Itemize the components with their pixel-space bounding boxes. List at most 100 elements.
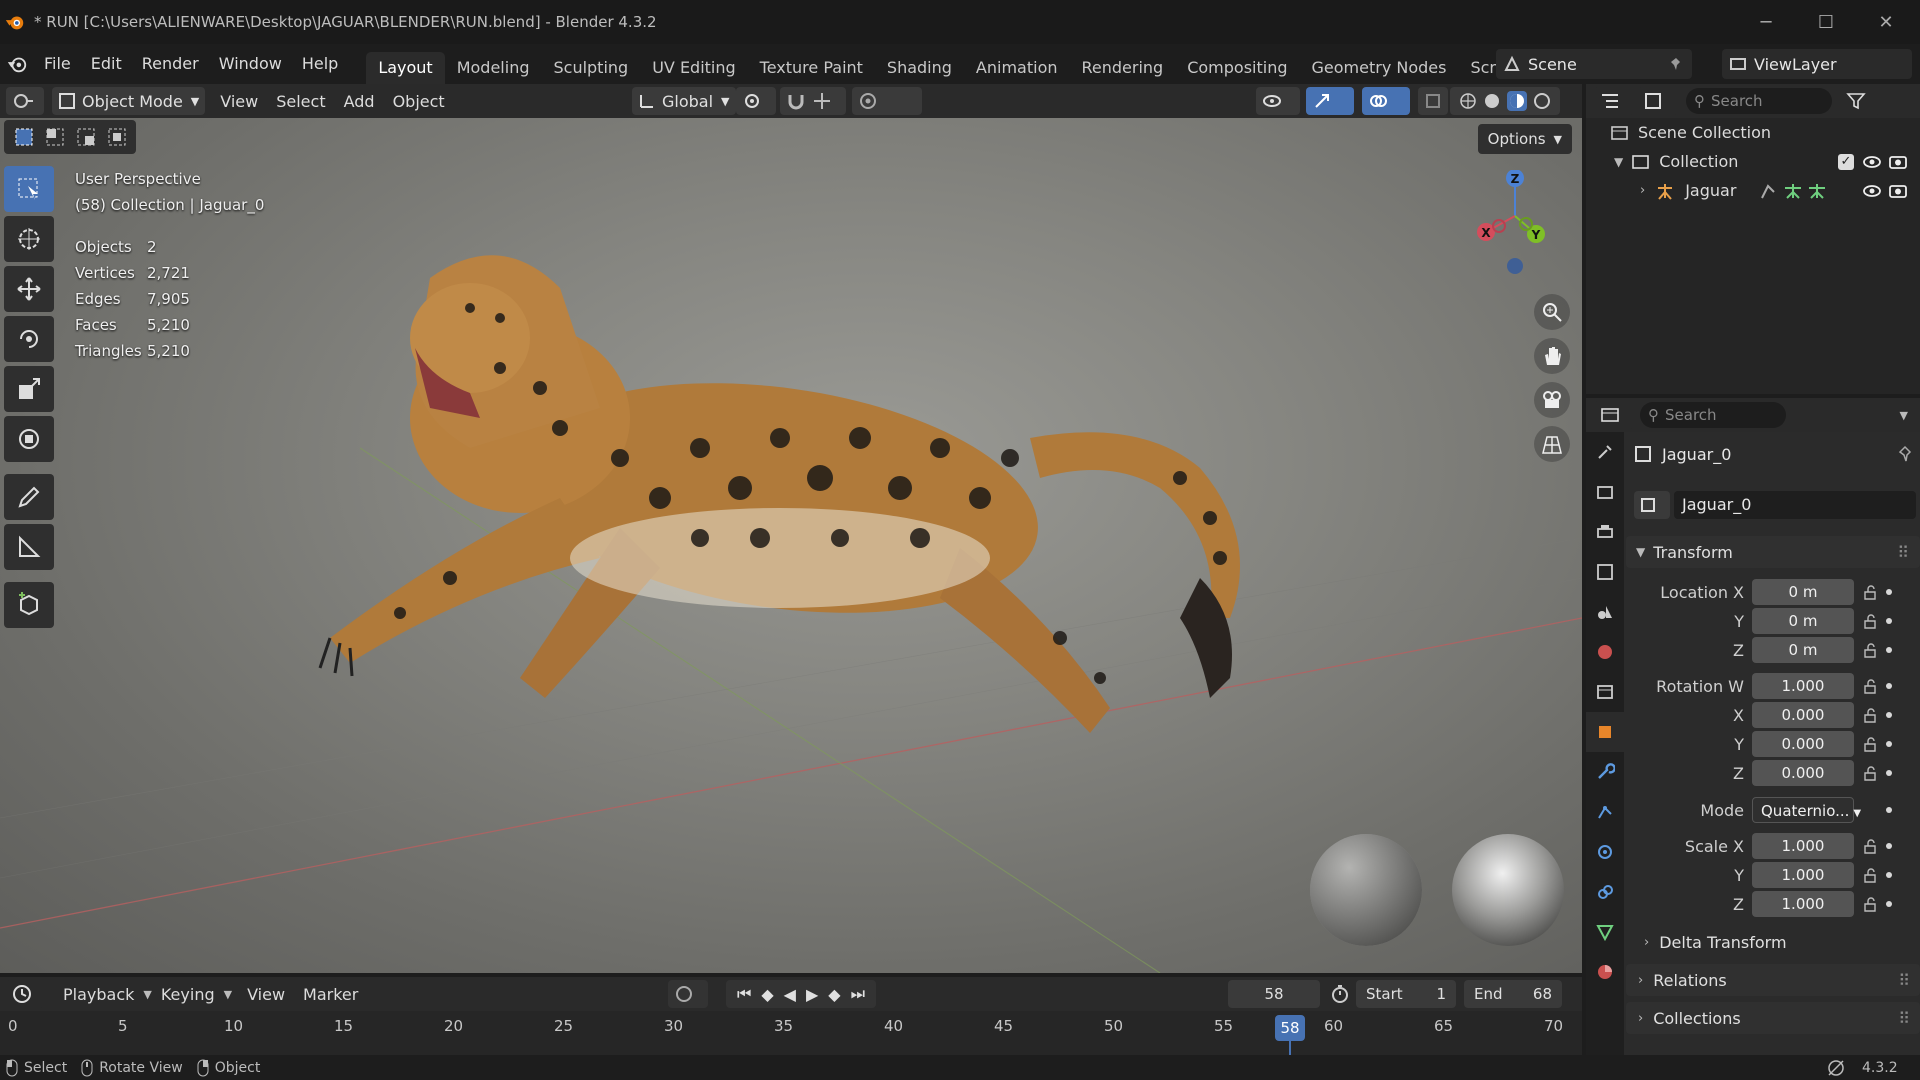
keyframe-dot[interactable]	[1886, 770, 1892, 776]
keyframe-dot[interactable]	[1886, 618, 1892, 624]
add-cube-tool[interactable]	[4, 582, 54, 628]
play-reverse-icon[interactable]: ◀	[784, 985, 796, 1004]
playhead[interactable]: 58	[1275, 1015, 1305, 1041]
tab-modifiers[interactable]	[1586, 752, 1624, 792]
xray-toggle[interactable]	[1418, 87, 1448, 115]
keyframe-dot[interactable]	[1886, 901, 1892, 907]
timeline-menu-keying[interactable]: Keying	[152, 985, 224, 1004]
options-dropdown[interactable]: Options ▼	[1477, 124, 1572, 154]
select-box-tool[interactable]	[4, 166, 54, 212]
unlock-icon[interactable]	[1862, 584, 1878, 600]
tab-tool[interactable]	[1586, 432, 1624, 472]
keyframe-dot[interactable]	[1886, 712, 1892, 718]
unlock-icon[interactable]	[1862, 867, 1878, 883]
snap-button[interactable]	[780, 87, 846, 115]
keyframe-dot[interactable]	[1886, 843, 1892, 849]
scale-y-field[interactable]: 1.000	[1752, 862, 1854, 888]
next-keyframe-icon[interactable]: ◆	[828, 985, 840, 1004]
select-extend-icon[interactable]	[44, 126, 66, 148]
render-camera-icon[interactable]	[1888, 183, 1908, 199]
tab-texture-paint[interactable]: Texture Paint	[748, 52, 875, 84]
outliner-collection[interactable]: ▼ Collection ✓	[1586, 147, 1920, 176]
cursor-tool[interactable]	[4, 216, 54, 262]
viewport-menu-add[interactable]: Add	[335, 92, 384, 111]
shading-modes[interactable]	[1450, 87, 1560, 115]
outliner-scene-collection[interactable]: Scene Collection	[1586, 118, 1920, 147]
keyframe-dot[interactable]	[1886, 683, 1892, 689]
transform-tool[interactable]	[4, 416, 54, 462]
location-x-field[interactable]: 0 m	[1752, 579, 1854, 605]
tab-material[interactable]	[1586, 952, 1624, 992]
stopwatch-icon[interactable]	[1330, 984, 1350, 1004]
rotation-z-field[interactable]: 0.000	[1752, 760, 1854, 786]
current-frame-field[interactable]: 58	[1228, 980, 1320, 1008]
filter-dropdown[interactable]	[1840, 87, 1880, 115]
mesh-child-icon[interactable]	[1806, 182, 1828, 200]
viewlayer-selector[interactable]: ViewLayer	[1722, 49, 1912, 79]
tab-layout[interactable]: Layout	[366, 52, 445, 84]
tab-collection[interactable]	[1586, 672, 1624, 712]
jump-end-icon[interactable]: ⏭	[851, 984, 865, 1004]
armature-data-icon[interactable]	[1782, 182, 1804, 200]
menu-window[interactable]: Window	[209, 44, 292, 84]
unlock-icon[interactable]	[1862, 736, 1878, 752]
keyframe-dot[interactable]	[1886, 807, 1892, 813]
rendered-shading-icon[interactable]	[1533, 92, 1551, 110]
solid-shading-icon[interactable]	[1483, 92, 1501, 110]
editor-type-button[interactable]	[6, 87, 44, 115]
pose-icon[interactable]	[1758, 182, 1780, 200]
wireframe-shading-icon[interactable]	[1459, 92, 1477, 110]
navigation-gizmo[interactable]: Z X Y	[1470, 170, 1580, 280]
tab-uv-editing[interactable]: UV Editing	[640, 52, 747, 84]
timeline-menu-playback[interactable]: Playback	[54, 985, 143, 1004]
unlock-icon[interactable]	[1862, 642, 1878, 658]
menu-help[interactable]: Help	[292, 44, 348, 84]
chevron-down-icon[interactable]: ▼	[1900, 409, 1908, 422]
menu-file[interactable]: File	[34, 44, 81, 84]
jump-start-icon[interactable]: ⏮	[737, 984, 751, 1004]
tab-sculpting[interactable]: Sculpting	[541, 52, 640, 84]
keyframe-dot[interactable]	[1886, 647, 1892, 653]
viewport-menu-view[interactable]: View	[211, 92, 267, 111]
start-frame-field[interactable]: Start 1	[1356, 980, 1456, 1008]
object-name-field[interactable]: Jaguar_0	[1674, 491, 1916, 519]
camera-view-button[interactable]	[1534, 382, 1570, 418]
move-tool[interactable]	[4, 266, 54, 312]
menu-render[interactable]: Render	[132, 44, 209, 84]
select-intersect-icon[interactable]	[106, 126, 128, 148]
unlock-icon[interactable]	[1862, 838, 1878, 854]
location-y-field[interactable]: 0 m	[1752, 608, 1854, 634]
timeline-ruler[interactable]: 0 5 10 15 20 25 30 35 40 45 50 55 60 65 …	[0, 1011, 1582, 1055]
jaguar-model[interactable]	[318, 255, 1240, 733]
rotation-mode-dropdown[interactable]: Quaternio... ▼	[1752, 797, 1861, 823]
chevron-right-icon[interactable]: ›	[1640, 183, 1645, 198]
proportional-editing-button[interactable]	[852, 87, 922, 115]
outliner-jaguar[interactable]: › Jaguar	[1586, 176, 1920, 205]
rotation-x-field[interactable]: 0.000	[1752, 702, 1854, 728]
scene-selector[interactable]: Scene	[1496, 49, 1692, 79]
pin-icon[interactable]	[1896, 445, 1914, 463]
outliner-search-input[interactable]: ⚲ Search	[1686, 88, 1832, 114]
tab-world[interactable]	[1586, 632, 1624, 672]
maximize-button[interactable]: ☐	[1796, 0, 1856, 44]
object-browse-dropdown[interactable]	[1634, 491, 1670, 519]
tab-data[interactable]	[1586, 912, 1624, 952]
selection-mode-buttons[interactable]	[4, 120, 136, 154]
unlock-icon[interactable]	[1862, 707, 1878, 723]
tab-view-layer[interactable]	[1586, 552, 1624, 592]
collection-checkbox[interactable]: ✓	[1838, 153, 1854, 170]
delta-transform-subpanel[interactable]: › Delta Transform	[1644, 928, 1787, 956]
timeline-menu-marker[interactable]: Marker	[294, 985, 367, 1004]
tab-rendering[interactable]: Rendering	[1070, 52, 1176, 84]
orientation-dropdown[interactable]: Global ▼	[632, 87, 736, 115]
drag-handle-icon[interactable]: ⠿	[1897, 543, 1910, 562]
tab-geometry-nodes[interactable]: Geometry Nodes	[1300, 52, 1459, 84]
tab-shading[interactable]: Shading	[875, 52, 964, 84]
gizmo-neg-z[interactable]	[1507, 258, 1523, 274]
tab-animation[interactable]: Animation	[964, 52, 1070, 84]
collections-panel-header[interactable]: › Collections ⠿	[1626, 1002, 1920, 1034]
scale-tool[interactable]	[4, 366, 54, 412]
scale-z-field[interactable]: 1.000	[1752, 891, 1854, 917]
timeline-menu-view[interactable]: View	[238, 985, 294, 1004]
tab-output[interactable]	[1586, 512, 1624, 552]
